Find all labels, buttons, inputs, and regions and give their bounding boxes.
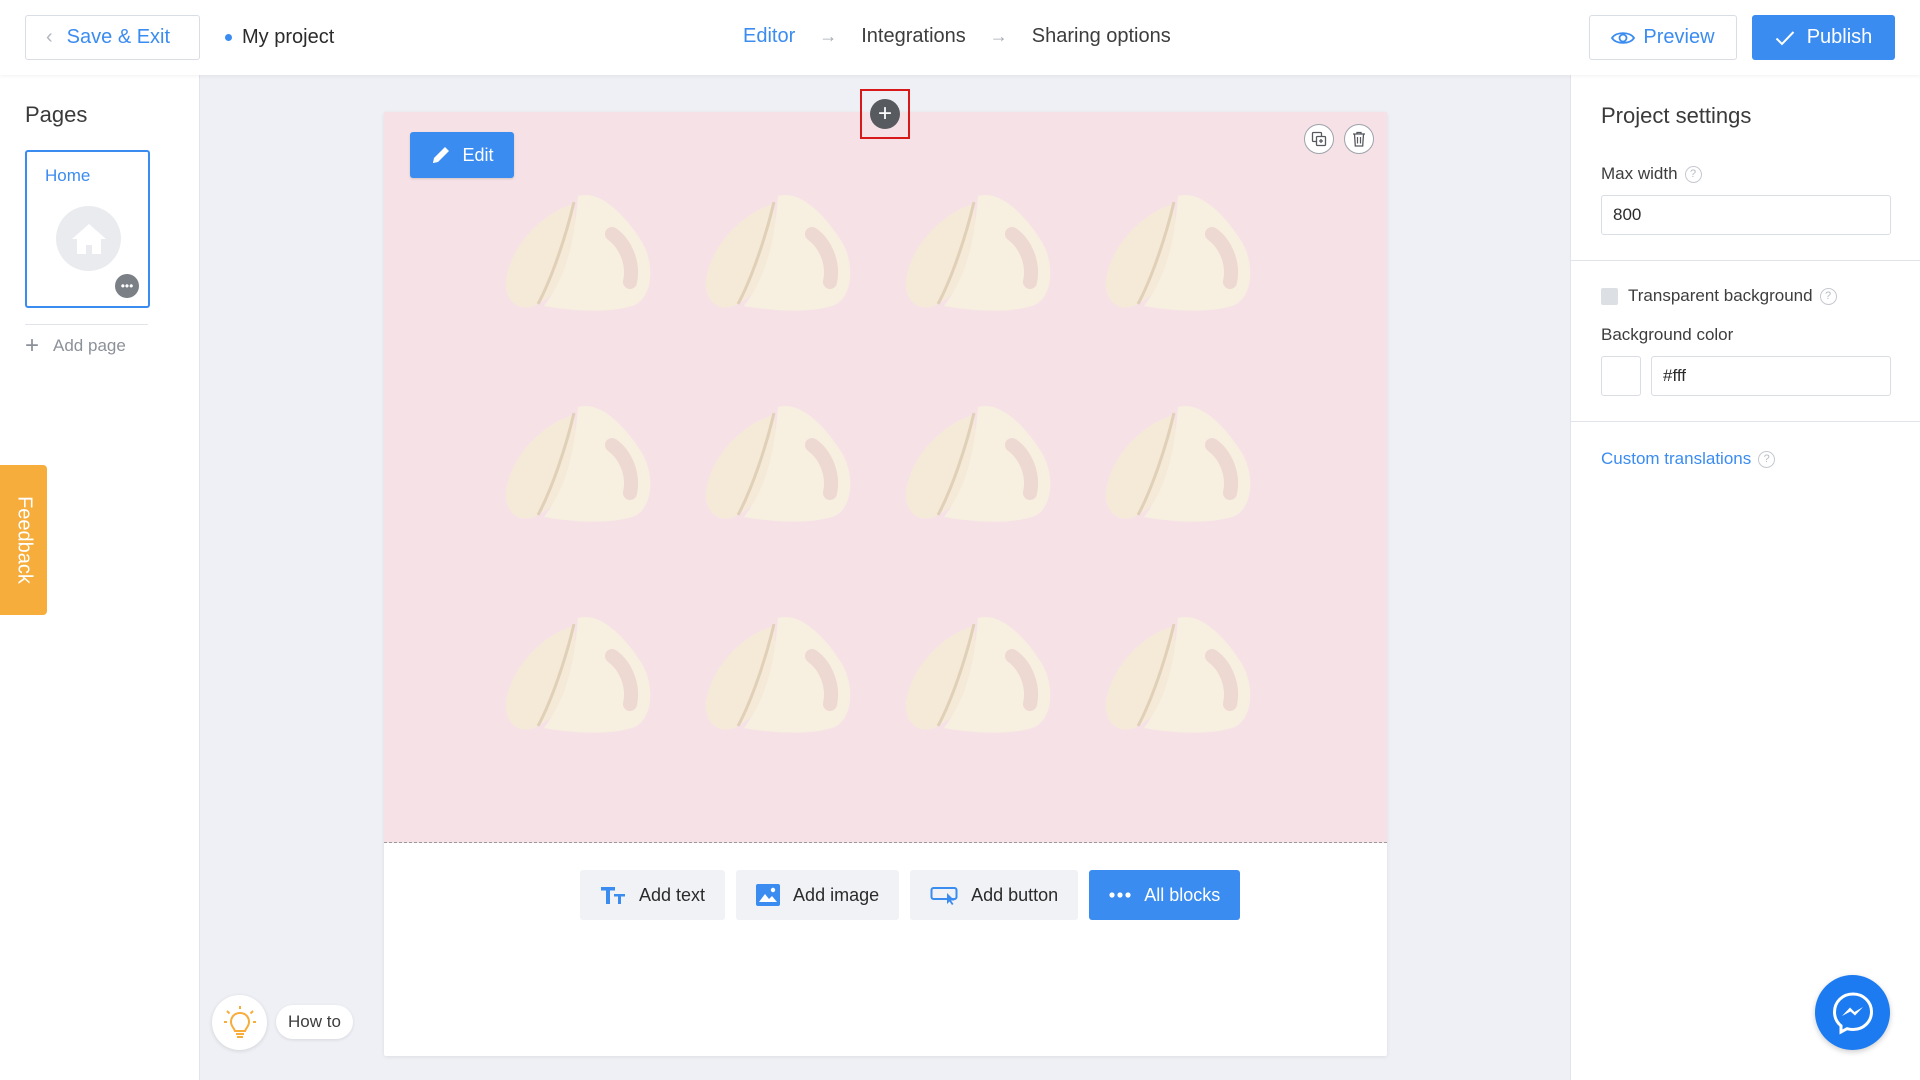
plus-circle-icon: + [870, 99, 900, 129]
add-image-label: Add image [793, 884, 880, 905]
ellipsis-icon [1109, 892, 1131, 898]
bg-color-value: #fff [1663, 366, 1687, 385]
fortune-cookie-image [505, 616, 651, 733]
fortune-cookie-image [705, 194, 851, 311]
plus-icon: + [25, 332, 40, 359]
how-to-label[interactable]: How to [276, 1005, 353, 1039]
pencil-icon [433, 147, 450, 163]
text-icon [601, 887, 625, 904]
more-options-icon[interactable]: ••• [115, 274, 139, 298]
how-to-button[interactable] [212, 995, 267, 1050]
top-bar: ‹ Save & Exit My project Editor → Integr… [0, 0, 1920, 75]
custom-translations-link[interactable]: Custom translations [1601, 449, 1751, 469]
preview-button[interactable]: Preview [1589, 15, 1737, 60]
feedback-tab[interactable]: Feedback [0, 465, 47, 615]
save-exit-button[interactable]: ‹ Save & Exit [25, 15, 200, 60]
duplicate-block-button[interactable] [1304, 124, 1334, 154]
project-settings-panel: Project settings Max width ? 800 Transpa… [1570, 75, 1920, 1080]
button-icon [930, 887, 958, 905]
help-icon[interactable]: ? [1684, 165, 1702, 183]
transparent-bg-checkbox[interactable] [1601, 287, 1618, 305]
page-canvas: Edit Add text Add image Add button All b… [384, 112, 1387, 1056]
add-page-label: Add page [53, 336, 126, 355]
fortune-cookie-image [505, 194, 651, 311]
messenger-icon [1832, 991, 1873, 1035]
transparent-bg-row: Transparent background ? [1601, 286, 1837, 306]
max-width-label: Max width [1601, 164, 1678, 183]
cover-block[interactable]: Edit [384, 112, 1387, 843]
page-card-label: Home [45, 166, 91, 185]
add-button-button[interactable]: Add button [910, 870, 1079, 920]
project-name[interactable]: My project [225, 26, 334, 49]
bg-color-swatch[interactable] [1601, 356, 1641, 396]
edit-block-button[interactable]: Edit [410, 132, 514, 178]
duplicate-icon [1311, 131, 1327, 147]
help-icon[interactable]: ? [1758, 450, 1776, 468]
fortune-cookie-image [905, 194, 1051, 311]
add-block-above-button[interactable]: + [860, 89, 910, 139]
fortune-cookie-image [1105, 616, 1251, 733]
max-width-value: 800 [1613, 205, 1642, 224]
all-blocks-button[interactable]: All blocks [1089, 870, 1241, 920]
max-width-input[interactable]: 800 [1601, 195, 1891, 235]
max-width-label-row: Max width ? [1601, 164, 1702, 184]
sidebar-divider [25, 324, 148, 325]
page-card-home[interactable]: Home ••• [25, 150, 150, 308]
add-block-toolbar: Add text Add image Add button All blocks [580, 870, 1241, 920]
pages-title: Pages [25, 102, 88, 127]
add-page-button[interactable]: + Add page [25, 332, 126, 360]
project-settings-title: Project settings [1601, 103, 1752, 128]
bg-color-label: Background color [1601, 325, 1734, 344]
feedback-label: Feedback [13, 496, 35, 584]
transparent-bg-label: Transparent background [1628, 286, 1813, 305]
messenger-chat-button[interactable] [1815, 975, 1890, 1050]
unsaved-dot-icon [225, 34, 232, 41]
help-icon[interactable]: ? [1819, 287, 1837, 305]
step-navigation: Editor → Integrations → Sharing options [743, 25, 1171, 48]
fortune-cookie-image [905, 616, 1051, 733]
eye-icon [1611, 31, 1636, 44]
step-integrations[interactable]: Integrations [861, 25, 966, 48]
add-text-button[interactable]: Add text [580, 870, 726, 920]
image-icon [756, 884, 781, 906]
fortune-cookie-image [505, 405, 651, 522]
chevron-left-icon: ‹ [46, 26, 53, 48]
trash-icon [1353, 131, 1365, 147]
add-image-button[interactable]: Add image [736, 870, 900, 920]
fortune-cookie-image [905, 405, 1051, 522]
publish-button[interactable]: Publish [1752, 15, 1895, 60]
fortune-cookie-pattern [494, 182, 1264, 815]
fortune-cookie-image [1105, 405, 1251, 522]
check-icon [1775, 30, 1794, 45]
delete-block-button[interactable] [1344, 124, 1374, 154]
step-sharing-options[interactable]: Sharing options [1032, 25, 1171, 48]
custom-translations-row: Custom translations ? [1601, 449, 1776, 469]
add-text-label: Add text [639, 884, 706, 905]
bg-color-label-row: Background color [1601, 325, 1733, 345]
bg-color-input[interactable]: #fff [1651, 356, 1891, 396]
arrow-right-icon: → [989, 26, 1008, 46]
edit-label: Edit [462, 144, 494, 165]
preview-label: Preview [1643, 26, 1715, 48]
save-exit-label: Save & Exit [66, 26, 171, 48]
fortune-cookie-image [705, 616, 851, 733]
home-icon [56, 206, 121, 271]
project-name-label: My project [242, 26, 335, 48]
panel-divider [1571, 421, 1920, 422]
fortune-cookie-image [1105, 194, 1251, 311]
step-editor[interactable]: Editor [743, 25, 795, 48]
lightbulb-icon [223, 1005, 256, 1038]
publish-label: Publish [1806, 26, 1873, 48]
panel-divider [1571, 260, 1920, 261]
all-blocks-label: All blocks [1144, 884, 1221, 905]
add-button-label: Add button [971, 884, 1059, 905]
fortune-cookie-image [705, 405, 851, 522]
arrow-right-icon: → [819, 26, 838, 46]
